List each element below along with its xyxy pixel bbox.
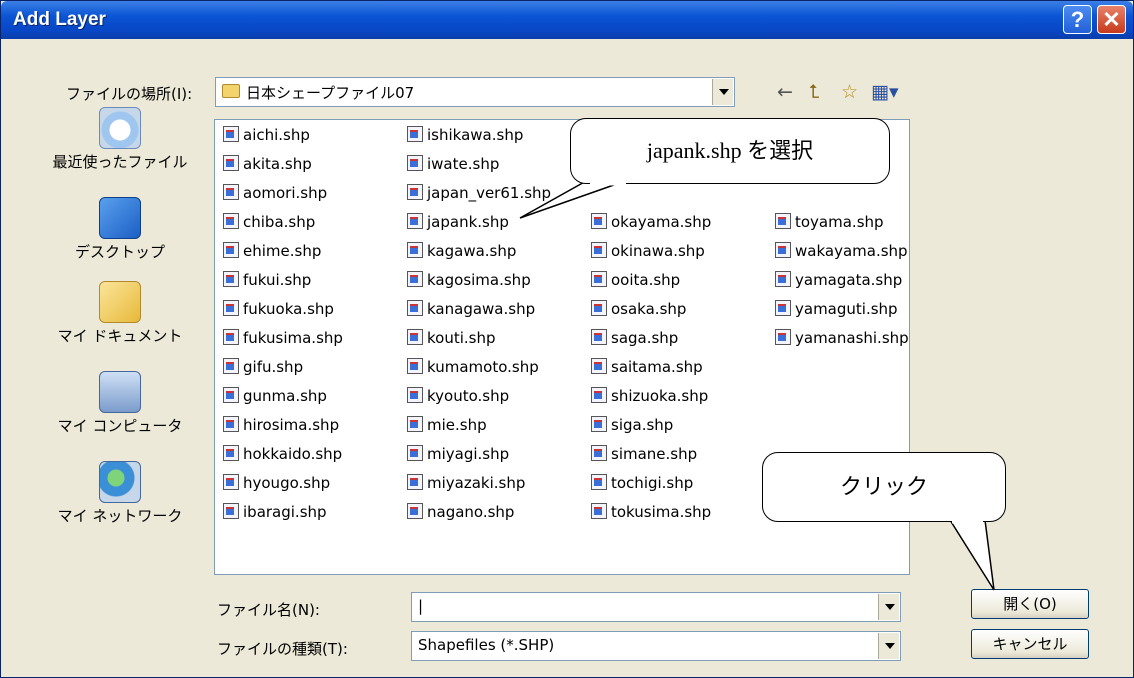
- callout-pointer-joins: [590, 182, 983, 524]
